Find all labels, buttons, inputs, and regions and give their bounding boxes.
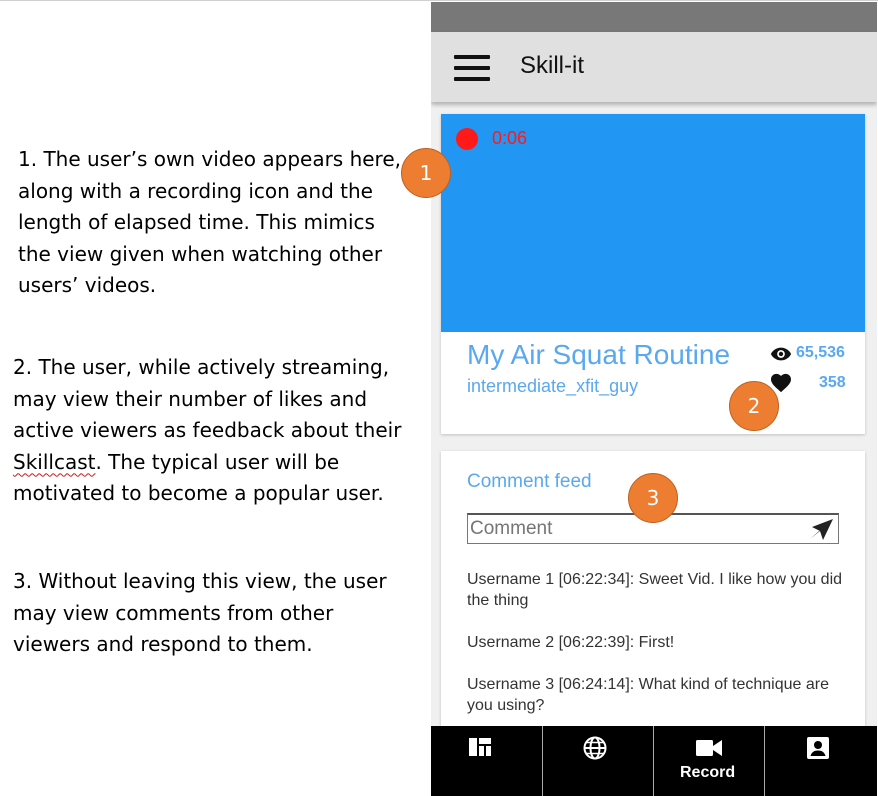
comment-feed-title: Comment feed xyxy=(467,471,592,492)
phone-screen: Skill-it 0:06 My Air Squat Routine inter… xyxy=(431,2,877,796)
app-bar: Skill-it xyxy=(431,32,877,102)
comment-item: Username 1 [06:22:34]: Sweet Vid. I like… xyxy=(467,571,843,609)
send-icon[interactable] xyxy=(808,517,834,541)
nav-record[interactable]: Record xyxy=(654,726,765,796)
video-title: My Air Squat Routine xyxy=(467,339,731,370)
like-count: 358 xyxy=(819,374,846,391)
nav-explore[interactable] xyxy=(543,726,654,796)
globe-icon xyxy=(583,736,607,760)
video-camera-icon xyxy=(696,740,722,756)
annotation-note-1: 1. The user’s own video appears here, al… xyxy=(18,147,401,297)
viewer-count: 65,536 xyxy=(796,344,845,361)
comment-list: Username 1 [06:22:34]: Sweet Vid. I like… xyxy=(467,569,852,737)
video-player[interactable]: 0:06 xyxy=(441,114,865,332)
dashboard-icon xyxy=(469,738,491,756)
annotation-note-2-text: 2. The user, while actively streaming, m… xyxy=(13,355,402,442)
nav-record-label: Record xyxy=(680,764,736,781)
elapsed-time: 0:06 xyxy=(492,128,528,148)
annotation-note-3: 3. Without leaving this view, the user m… xyxy=(13,569,387,656)
hamburger-menu-icon[interactable] xyxy=(454,55,490,81)
status-bar xyxy=(431,2,877,32)
comment-input[interactable] xyxy=(470,517,800,541)
nav-dashboard[interactable] xyxy=(431,726,542,796)
annotation-note-2: 2. The user, while actively streaming, m… xyxy=(13,352,408,510)
comment-item: Username 3 [06:24:14]: What kind of tech… xyxy=(467,676,829,714)
callout-marker-2: 2 xyxy=(729,381,779,431)
channel-username[interactable]: intermediate_xfit_guy xyxy=(467,376,638,397)
video-card: 0:06 My Air Squat Routine intermediate_x… xyxy=(441,114,865,434)
app-title: Skill-it xyxy=(520,52,584,79)
top-divider xyxy=(0,0,878,1)
callout-marker-3: 3 xyxy=(628,473,678,523)
annotation-note-2-term: Skillcast xyxy=(13,449,96,474)
record-dot-icon xyxy=(456,128,478,150)
eye-icon xyxy=(770,347,792,361)
comment-item: Username 2 [06:22:39]: First! xyxy=(467,634,675,651)
bottom-nav-bar: Record xyxy=(431,726,877,796)
callout-marker-1: 1 xyxy=(401,148,451,198)
account-box-icon xyxy=(807,737,829,759)
nav-profile[interactable] xyxy=(765,726,877,796)
